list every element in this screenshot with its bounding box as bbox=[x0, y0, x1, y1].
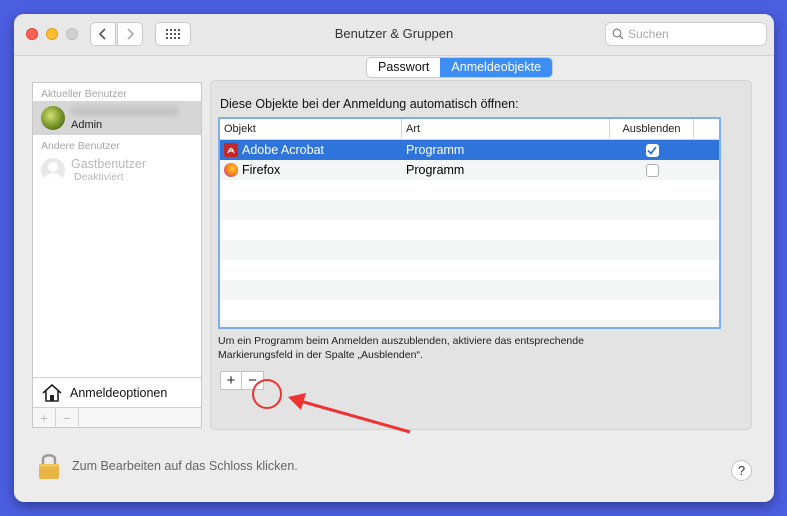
tab-control: Passwort Anmeldeobjekte bbox=[366, 57, 554, 78]
tab-login-items[interactable]: Anmeldeobjekte bbox=[440, 58, 553, 77]
lock-area: Zum Bearbeiten auf das Schloss klicken. bbox=[38, 452, 298, 480]
lock-icon[interactable] bbox=[38, 452, 60, 480]
lock-text: Zum Bearbeiten auf das Schloss klicken. bbox=[72, 459, 298, 473]
help-button[interactable]: ? bbox=[731, 460, 752, 481]
tab-password[interactable]: Passwort bbox=[367, 58, 440, 77]
